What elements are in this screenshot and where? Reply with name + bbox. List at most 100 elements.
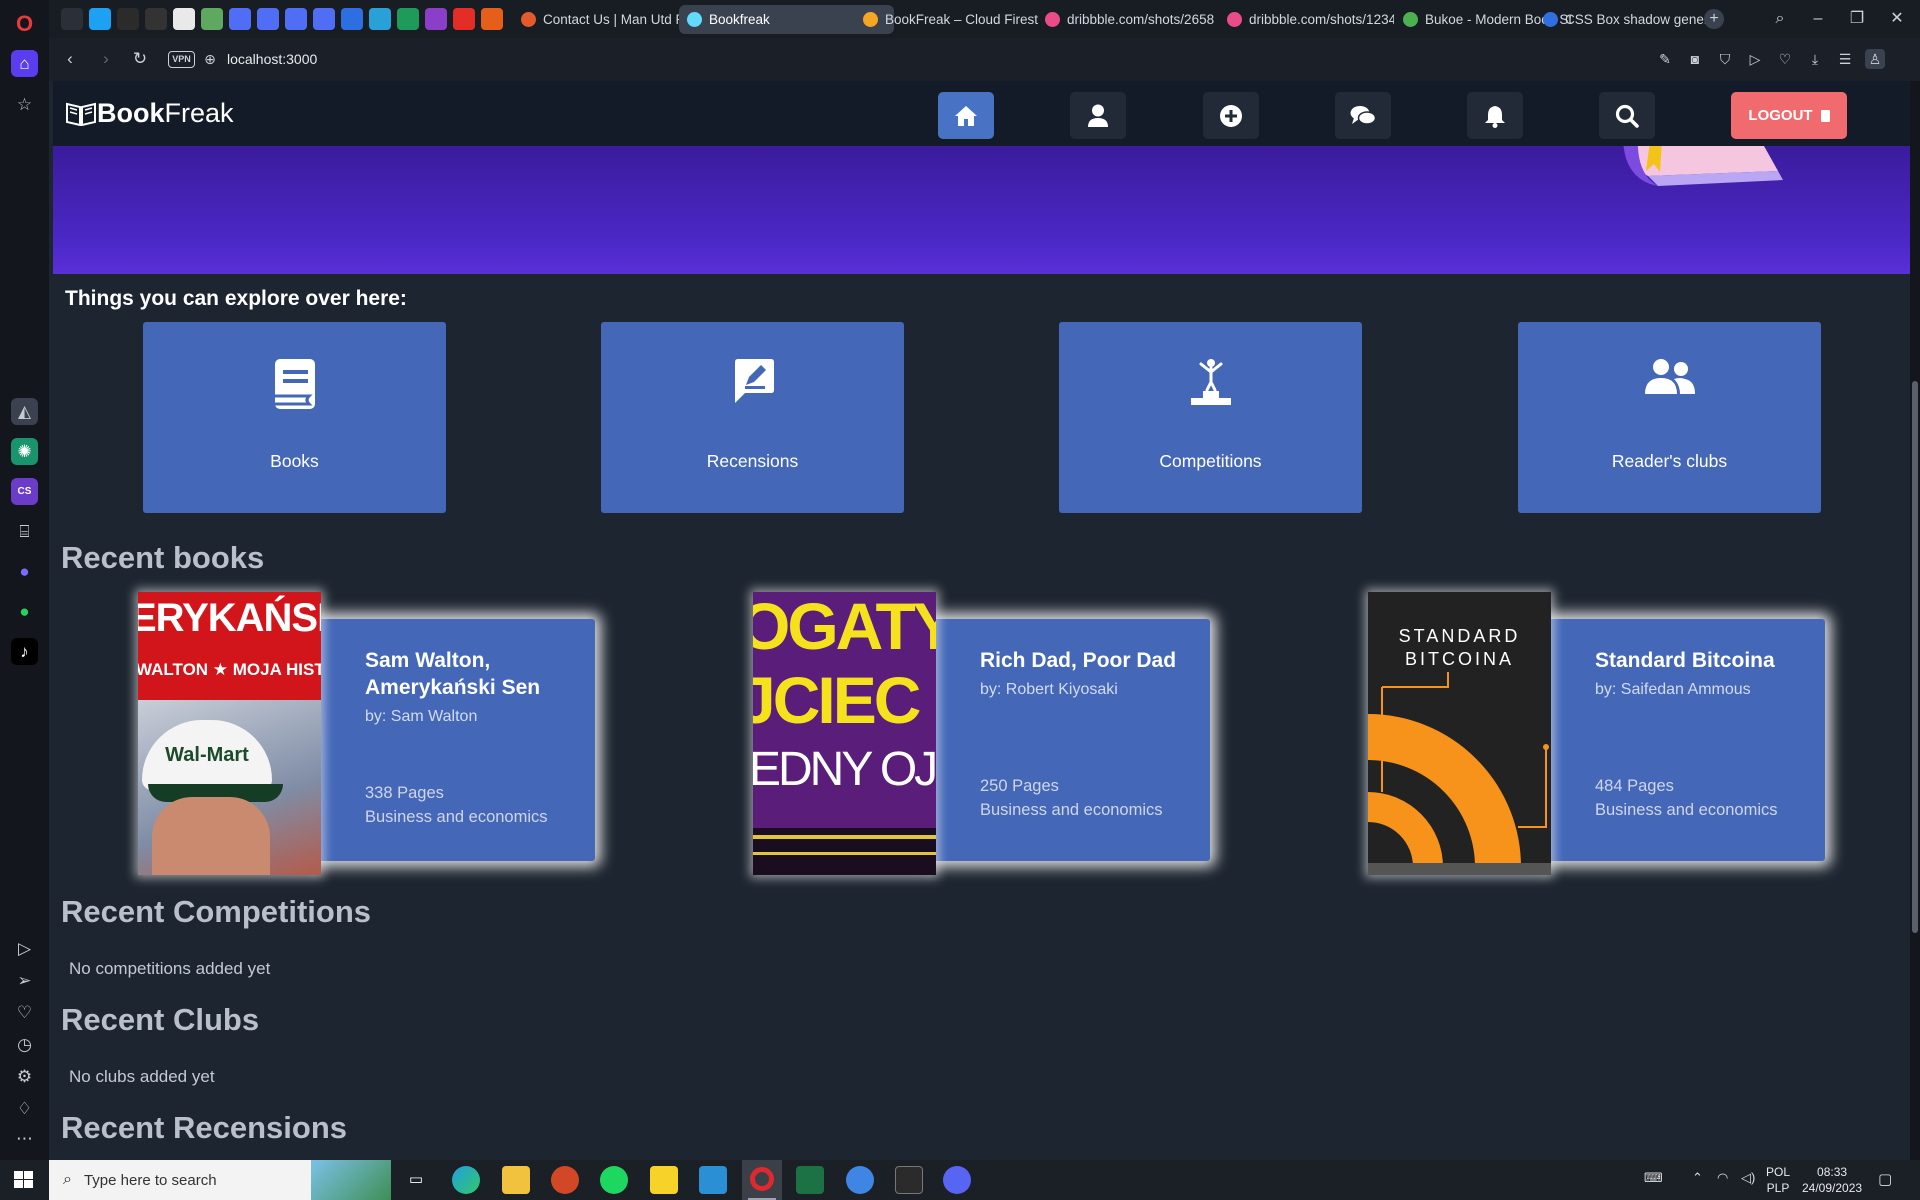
- pinned-tab[interactable]: [257, 8, 279, 30]
- profile-icon[interactable]: ♙: [1865, 49, 1885, 69]
- pinned-tab[interactable]: [369, 8, 391, 30]
- taskbar-search[interactable]: ⌕ Type here to search: [49, 1160, 391, 1200]
- shield-icon[interactable]: ⛉: [1715, 49, 1735, 69]
- sticky-notes-icon[interactable]: [650, 1166, 678, 1194]
- pinned-tab[interactable]: [117, 8, 139, 30]
- pinned-tab[interactable]: [313, 8, 335, 30]
- network-icon[interactable]: ◠: [1717, 1170, 1728, 1186]
- language-indicator[interactable]: POL PLP: [1766, 1164, 1790, 1196]
- book-card[interactable]: Sam Walton, Amerykański Sen by: Sam Walto…: [317, 619, 595, 861]
- task-view-icon[interactable]: ▭: [402, 1166, 430, 1194]
- book-cover-image[interactable]: OGATY JCIEC EDNY OJCIEC: [753, 592, 936, 875]
- close-button[interactable]: ✕: [1884, 7, 1910, 31]
- keyboard-icon[interactable]: ⌨: [1644, 1170, 1666, 1188]
- browser-tab[interactable]: dribbble.com/shots/1234: [1219, 5, 1394, 34]
- edit-icon[interactable]: ✎: [1655, 49, 1675, 69]
- nav-profile-button[interactable]: [1070, 92, 1126, 139]
- bookfreak-logo[interactable]: Book Freak: [65, 95, 234, 131]
- review-icon: [734, 359, 774, 403]
- app-store-icon[interactable]: [846, 1166, 874, 1194]
- heart-icon[interactable]: ♡: [1775, 49, 1795, 69]
- opera-taskbar-active[interactable]: [742, 1160, 782, 1200]
- vscode-icon[interactable]: [699, 1166, 727, 1194]
- tab-search-icon[interactable]: ⌕: [1767, 7, 1793, 31]
- whatsapp-icon[interactable]: ●: [11, 598, 38, 625]
- book-cover-image[interactable]: ERYKAŃSKI S WALTON ★ MOJA HISTO Wal-Mart: [138, 592, 321, 875]
- settings-icon[interactable]: ⚙: [11, 1063, 38, 1090]
- back-button[interactable]: ‹: [59, 48, 81, 70]
- messenger-icon[interactable]: ●: [11, 558, 38, 585]
- clock-date: 24/09/2023: [1802, 1181, 1863, 1195]
- pinned-tab[interactable]: [89, 8, 111, 30]
- discord-icon[interactable]: [943, 1166, 971, 1194]
- terminal-icon[interactable]: [895, 1166, 923, 1194]
- play-icon[interactable]: ▷: [1745, 49, 1765, 69]
- explore-card-books[interactable]: Books: [143, 322, 446, 513]
- nav-notifications-button[interactable]: [1467, 92, 1523, 139]
- browser-tab[interactable]: dribbble.com/shots/2658: [1037, 5, 1237, 34]
- restore-button[interactable]: ❐: [1844, 7, 1870, 31]
- pinned-tab[interactable]: [425, 8, 447, 30]
- nav-add-button[interactable]: [1203, 92, 1259, 139]
- new-tab-button[interactable]: +: [1704, 9, 1724, 29]
- player-icon[interactable]: ▷: [11, 935, 38, 962]
- book-cover-image[interactable]: STANDARD BITCOINA: [1368, 592, 1551, 875]
- taskbar-clock[interactable]: 08:33 24/09/2023: [1802, 1164, 1862, 1196]
- browser-tab[interactable]: BookFreak – Cloud Firest: [855, 5, 1067, 34]
- nav-chat-button[interactable]: [1335, 92, 1391, 139]
- scrollbar-thumb[interactable]: [1912, 381, 1918, 933]
- tray-chevron-icon[interactable]: ⌃: [1692, 1170, 1703, 1186]
- file-explorer-icon[interactable]: [502, 1166, 530, 1194]
- reload-button[interactable]: ↻: [129, 48, 151, 70]
- pinned-tab[interactable]: [61, 8, 83, 30]
- chatgpt-icon[interactable]: ✺: [11, 438, 38, 465]
- pinned-tab[interactable]: [285, 8, 307, 30]
- pinned-tab[interactable]: [229, 8, 251, 30]
- minimize-button[interactable]: –: [1805, 7, 1831, 31]
- pinned-tab[interactable]: [481, 8, 503, 30]
- notification-center-icon[interactable]: ▢: [1878, 1170, 1892, 1188]
- nav-search-button[interactable]: [1599, 92, 1655, 139]
- download-icon[interactable]: ⤓: [1805, 49, 1825, 69]
- logout-button[interactable]: LOGOUT: [1731, 92, 1847, 139]
- powerpoint-icon[interactable]: [551, 1166, 579, 1194]
- book-card[interactable]: Rich Dad, Poor Dad by: Robert Kiyosaki 25…: [932, 619, 1210, 861]
- lightbulb-icon[interactable]: ♢: [11, 1095, 38, 1122]
- opera-logo-icon[interactable]: O: [11, 10, 38, 37]
- book-card[interactable]: Standard Bitcoina by: Saifedan Ammous 484…: [1547, 619, 1825, 861]
- volume-icon[interactable]: ◁): [1741, 1170, 1755, 1186]
- aria-icon[interactable]: ◭: [11, 398, 38, 425]
- browser-tab[interactable]: CSS Box shadow generat: [1535, 5, 1721, 34]
- pinned-tab[interactable]: [341, 8, 363, 30]
- pinned-tab[interactable]: [201, 8, 223, 30]
- menu-icon[interactable]: ☰: [1835, 49, 1855, 69]
- camera-icon[interactable]: ◙: [1685, 49, 1705, 69]
- vpn-badge[interactable]: VPN: [168, 51, 195, 68]
- explore-card-label: Competitions: [1159, 451, 1262, 471]
- pinned-tab[interactable]: [453, 8, 475, 30]
- bell-icon: [1485, 105, 1505, 128]
- pinned-tab[interactable]: [145, 8, 167, 30]
- scrollbar-track[interactable]: [1910, 81, 1920, 1160]
- more-icon[interactable]: ⋯: [11, 1125, 38, 1152]
- spotify-icon[interactable]: [600, 1166, 628, 1194]
- css-app-icon[interactable]: CS: [11, 478, 38, 505]
- tiktok-icon[interactable]: ♪: [11, 638, 38, 665]
- nav-home-button[interactable]: [938, 92, 994, 139]
- shopping-icon[interactable]: ⌸: [11, 518, 38, 545]
- excel-icon[interactable]: [796, 1166, 824, 1194]
- heart-icon[interactable]: ♡: [11, 999, 38, 1026]
- pinned-tab[interactable]: [173, 8, 195, 30]
- send-icon[interactable]: ➢: [11, 967, 38, 994]
- url-field[interactable]: localhost:3000: [227, 48, 317, 70]
- pinboard-icon[interactable]: ☆: [11, 91, 38, 118]
- pinned-tab[interactable]: [397, 8, 419, 30]
- windows-start-icon[interactable]: [14, 1171, 34, 1189]
- history-icon[interactable]: ◷: [11, 1031, 38, 1058]
- explore-card-competitions[interactable]: Competitions: [1059, 322, 1362, 513]
- forward-button[interactable]: ›: [95, 48, 117, 70]
- edge-icon[interactable]: [452, 1166, 480, 1194]
- home-icon[interactable]: ⌂: [11, 50, 38, 77]
- explore-card-recensions[interactable]: Recensions: [601, 322, 904, 513]
- explore-card-readers-clubs[interactable]: Reader's clubs: [1518, 322, 1821, 513]
